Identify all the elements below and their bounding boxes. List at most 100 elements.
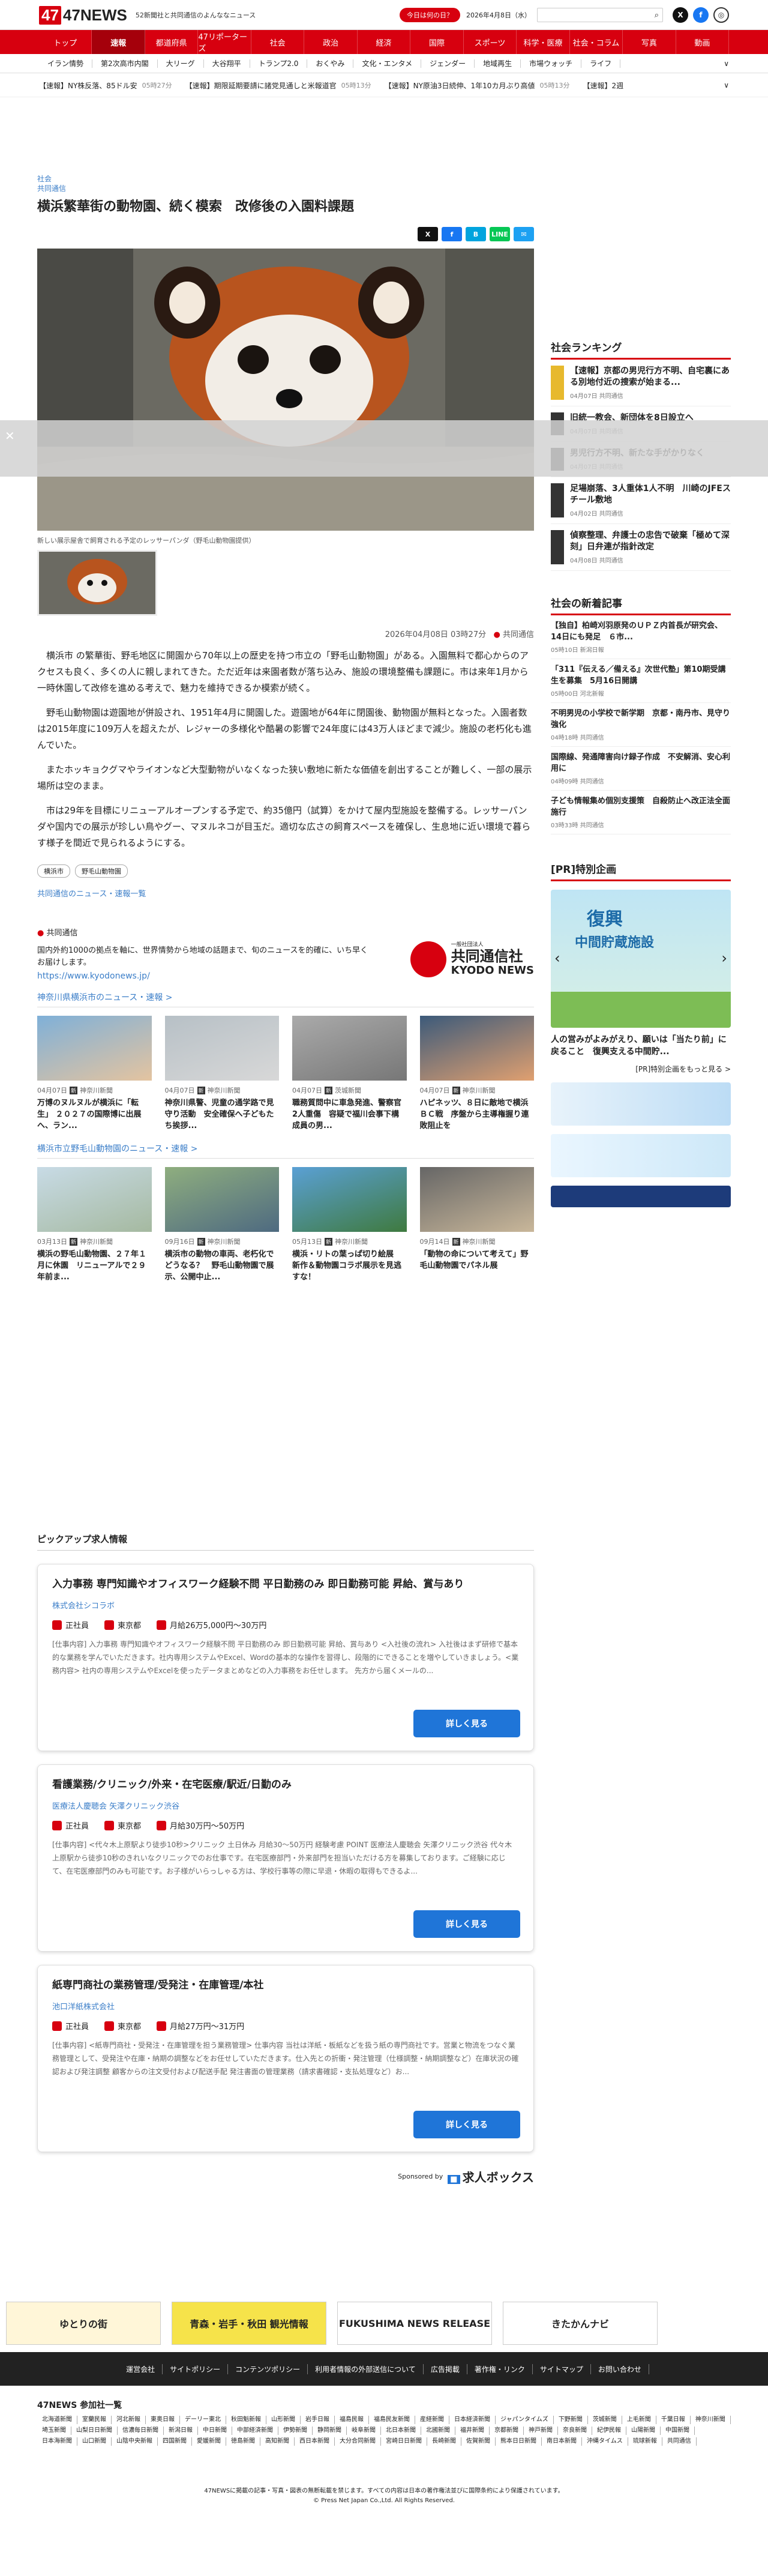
member-site-link[interactable]: 室蘭民報 (77, 2416, 112, 2424)
ranking-item[interactable]: 足場崩落、3人重体1人不明 川崎のJFEスチール敷地 04月02日 共同通信 (551, 477, 731, 524)
member-site-link[interactable]: 中日新聞 (198, 2427, 232, 2435)
newest-item[interactable]: 国際線、発通障害向け録子作成 不安解消、安心利用に 04時09時 共同通信 (551, 747, 731, 791)
member-site-link[interactable]: 上毛新聞 (622, 2416, 656, 2424)
share-facebook-button[interactable]: f (442, 227, 462, 241)
globe-icon[interactable]: ◎ (713, 7, 729, 23)
job-detail-button[interactable]: 詳しく見る (413, 1910, 520, 1938)
member-site-link[interactable]: 福島民友新聞 (369, 2416, 415, 2424)
nav-item[interactable]: 政治 (304, 30, 358, 54)
member-site-link[interactable]: 宮崎日日新聞 (381, 2437, 427, 2446)
job-title[interactable]: 紙専門商社の業務管理/受発注・在庫管理/本社 (52, 1977, 519, 1993)
news-card[interactable]: 09月14日新神奈川新聞 「動物の命について考えて」野毛山動物園でパネル展 (419, 1167, 534, 1283)
x-icon[interactable]: X (673, 7, 688, 23)
section-heading[interactable]: 横浜市立野毛山動物園のニュース・速報 > (37, 1142, 534, 1159)
facebook-icon[interactable]: f (693, 7, 709, 23)
news-card[interactable]: 04月07日新神奈川新聞 神奈川県警、児童の通学路で見守り活動 安全確保へ子どもた… (164, 1016, 279, 1132)
subnav-more-icon[interactable]: ∨ (724, 59, 729, 68)
member-site-link[interactable]: 静岡新聞 (313, 2427, 347, 2435)
member-site-link[interactable]: 山口新聞 (77, 2437, 112, 2446)
member-site-link[interactable]: 四国新聞 (158, 2437, 192, 2446)
subnav-item[interactable]: 第2次高市内閣 (92, 59, 158, 68)
flash-item[interactable]: 【速報】期限延期要請に諸党見通しと米報道官 05時13分 (185, 80, 371, 91)
subnav-item[interactable]: 文化・エンタメ (353, 59, 422, 68)
pr-more-link[interactable]: [PR]特別企画をもっと見る > (551, 1064, 731, 1074)
nav-item[interactable]: 速報 (92, 30, 145, 54)
member-site-link[interactable]: ジャパンタイムズ (496, 2416, 554, 2424)
ad-banner-3d[interactable] (551, 1134, 731, 1177)
share-line-button[interactable]: LINE (490, 227, 510, 241)
share-hatena-button[interactable]: B (466, 227, 486, 241)
nav-item[interactable]: 社会・コラム (570, 30, 623, 54)
member-site-link[interactable]: 神奈川新聞 (691, 2416, 731, 2424)
nav-item[interactable]: 動画 (676, 30, 730, 54)
subnav-item[interactable]: イラン情勢 (39, 59, 93, 68)
member-site-link[interactable]: 愛媛新聞 (192, 2437, 226, 2446)
nav-item[interactable]: 科学・医療 (517, 30, 570, 54)
member-site-link[interactable]: 南日本新聞 (542, 2437, 582, 2446)
chevron-right-icon[interactable]: › (721, 950, 727, 967)
member-site-link[interactable]: 福井新聞 (455, 2427, 490, 2435)
member-site-link[interactable]: 秋田魁新報 (226, 2416, 266, 2424)
article-category[interactable]: 社会 (37, 174, 534, 184)
footer-nav-link[interactable]: サイトポリシー (163, 2363, 229, 2374)
nav-item[interactable]: 国際 (410, 30, 464, 54)
member-site-link[interactable]: 紀伊民報 (592, 2427, 626, 2435)
nav-item[interactable]: トップ (39, 30, 92, 54)
tag-chip[interactable]: 横浜市 (37, 864, 70, 878)
member-site-link[interactable]: 京都新聞 (490, 2427, 524, 2435)
member-site-link[interactable]: 佐賀新聞 (461, 2437, 496, 2446)
member-site-link[interactable]: 西日本新聞 (295, 2437, 335, 2446)
member-site-link[interactable]: 中部経済新聞 (232, 2427, 278, 2435)
member-site-link[interactable]: 山陰中央新報 (112, 2437, 158, 2446)
member-site-link[interactable]: 岐阜新聞 (347, 2427, 381, 2435)
flash-item[interactable]: 【速報】2週 (583, 80, 628, 91)
kyodo-news-list-link[interactable]: 共同通信のニュース・速報一覧 (37, 887, 534, 899)
pr-text[interactable]: 人の営みがよみがえり、願いは「当たり前」に戻ること 復興支える中間貯... (551, 1034, 731, 1058)
member-site-link[interactable]: 山梨日日新聞 (71, 2427, 118, 2435)
job-title[interactable]: 入力事務 専門知識やオフィスワーク経験不問 平日勤務のみ 即日勤務可能 昇給、賞… (52, 1576, 519, 1592)
news-card[interactable]: 03月13日新神奈川新聞 横浜の野毛山動物園、２７年１月に休園 リニューアルで２９… (37, 1167, 152, 1283)
news-card[interactable]: 05月13日新神奈川新聞 横浜・リトの葉っぱ切り絵展 新作＆動物園コラボ展示を見逃… (292, 1167, 407, 1283)
image-thumbnail[interactable] (37, 550, 157, 616)
member-site-link[interactable]: 北國新聞 (421, 2427, 455, 2435)
member-site-link[interactable]: 岩手日報 (301, 2416, 335, 2424)
member-site-link[interactable]: 茨城新聞 (588, 2416, 622, 2424)
member-site-link[interactable]: 新潟日報 (164, 2427, 198, 2435)
search-input[interactable] (546, 11, 655, 19)
footer-nav-link[interactable]: お問い合わせ (591, 2363, 649, 2374)
member-site-link[interactable]: 福島民報 (335, 2416, 369, 2424)
nav-item[interactable]: 47リポーターズ (198, 30, 251, 54)
search-icon[interactable]: ⌕ (655, 11, 659, 20)
footer-nav-link[interactable]: 著作権・リンク (467, 2363, 533, 2374)
news-card[interactable]: 04月07日新茨城新聞 職務質問中に車急発進、警察官2人重傷 容疑で福川会事下構成… (292, 1016, 407, 1132)
member-site-link[interactable]: 埼玉新聞 (37, 2427, 71, 2435)
member-site-link[interactable]: 東奥日報 (146, 2416, 180, 2424)
footer-nav-link[interactable]: 広告掲載 (424, 2363, 467, 2374)
section-heading[interactable]: 神奈川県横浜市のニュース・速報 > (37, 991, 534, 1007)
member-site-link[interactable]: 大分合同新聞 (335, 2437, 381, 2446)
flash-item[interactable]: 【速報】NY株反落、85ドル安 05時27分 (39, 80, 172, 91)
subnav-item[interactable]: 地域再生 (475, 59, 521, 68)
ad-banner-deepedge[interactable] (551, 1082, 731, 1126)
subnav-item[interactable]: 大リーグ (158, 59, 204, 68)
share-x-button[interactable]: X (418, 227, 438, 241)
nav-item[interactable]: 都道府県 (145, 30, 199, 54)
ad-banner-award[interactable] (551, 1186, 731, 1207)
member-site-link[interactable]: 伊勢新聞 (278, 2427, 313, 2435)
member-site-link[interactable]: 北日本新聞 (381, 2427, 421, 2435)
chevron-left-icon[interactable]: ‹ (554, 950, 560, 967)
footer-nav-link[interactable]: コンテンツポリシー (228, 2363, 308, 2374)
member-site-link[interactable]: 熊本日日新聞 (496, 2437, 542, 2446)
footer-banner[interactable]: FUKUSHIMA NEWS RELEASE (337, 2302, 492, 2345)
nav-item[interactable]: 経済 (358, 30, 411, 54)
member-site-link[interactable]: 信濃毎日新聞 (118, 2427, 164, 2435)
nav-item[interactable]: スポーツ (464, 30, 517, 54)
footer-nav-link[interactable]: サイトマップ (533, 2363, 591, 2374)
member-site-link[interactable]: 千葉日報 (656, 2416, 691, 2424)
job-company[interactable]: 池口洋紙株式会社 (52, 2000, 519, 2012)
search-box[interactable]: ⌕ (537, 8, 663, 22)
footer-nav-link[interactable]: 利用者情報の外部送信について (308, 2363, 424, 2374)
news-card[interactable]: 04月07日新神奈川新聞 ハピネッツ、８日に敵地で横浜ＢＣ戦 序盤から主導権握り連… (419, 1016, 534, 1132)
newest-item[interactable]: 【独自】柏崎刈羽原発のＵＰＺ内首長が研究会、14日にも発足 ６市... 05時10… (551, 615, 731, 659)
member-site-link[interactable]: 高知新聞 (260, 2437, 295, 2446)
